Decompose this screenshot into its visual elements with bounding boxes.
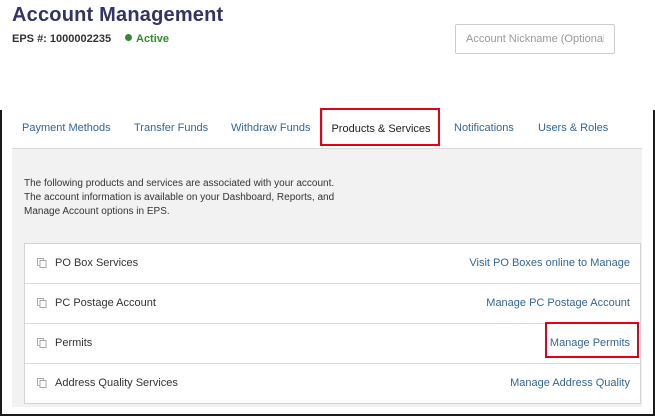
- manage-address-quality-link[interactable]: Manage Address Quality: [510, 364, 630, 403]
- tab-products-services[interactable]: Products & Services: [322, 108, 440, 148]
- copy-icon: [37, 298, 47, 308]
- status-badge: Active: [125, 33, 169, 45]
- tab-withdraw-funds[interactable]: Withdraw Funds: [231, 108, 310, 148]
- eps-number: EPS #: 1000002235: [12, 33, 112, 45]
- tab-payment-methods[interactable]: Payment Methods: [22, 108, 111, 148]
- manage-permits-link[interactable]: Manage Permits: [550, 324, 630, 363]
- tab-notifications[interactable]: Notifications: [454, 108, 514, 148]
- tab-bar: Payment Methods Transfer Funds Withdraw …: [12, 108, 642, 149]
- account-nickname-input[interactable]: [455, 24, 615, 54]
- page-header: Account Management EPS #: 1000002235 Act…: [0, 0, 655, 110]
- page-title: Account Management: [12, 4, 224, 26]
- service-row-pc-postage: PC Postage Account Manage PC Postage Acc…: [25, 284, 640, 324]
- service-row-permits: Permits Manage Permits: [25, 324, 640, 364]
- copy-icon: [37, 338, 47, 348]
- intro-text: The following products and services are …: [24, 178, 335, 217]
- copy-icon: [37, 258, 47, 268]
- services-list: PO Box Services Visit PO Boxes online to…: [24, 243, 641, 404]
- manage-pc-postage-link[interactable]: Manage PC Postage Account: [486, 284, 630, 323]
- visit-po-boxes-link[interactable]: Visit PO Boxes online to Manage: [469, 244, 630, 283]
- status-text: Active: [136, 33, 170, 45]
- service-name: PC Postage Account: [55, 297, 156, 309]
- tab-users-roles[interactable]: Users & Roles: [538, 108, 608, 148]
- service-name: PO Box Services: [55, 257, 139, 269]
- status-dot-icon: [125, 34, 132, 41]
- tab-transfer-funds[interactable]: Transfer Funds: [134, 108, 208, 148]
- service-name: Address Quality Services: [55, 377, 178, 389]
- service-row-address-quality: Address Quality Services Manage Address …: [25, 364, 640, 403]
- service-row-po-box: PO Box Services Visit PO Boxes online to…: [25, 244, 640, 284]
- service-name: Permits: [55, 337, 93, 349]
- copy-icon: [37, 378, 47, 388]
